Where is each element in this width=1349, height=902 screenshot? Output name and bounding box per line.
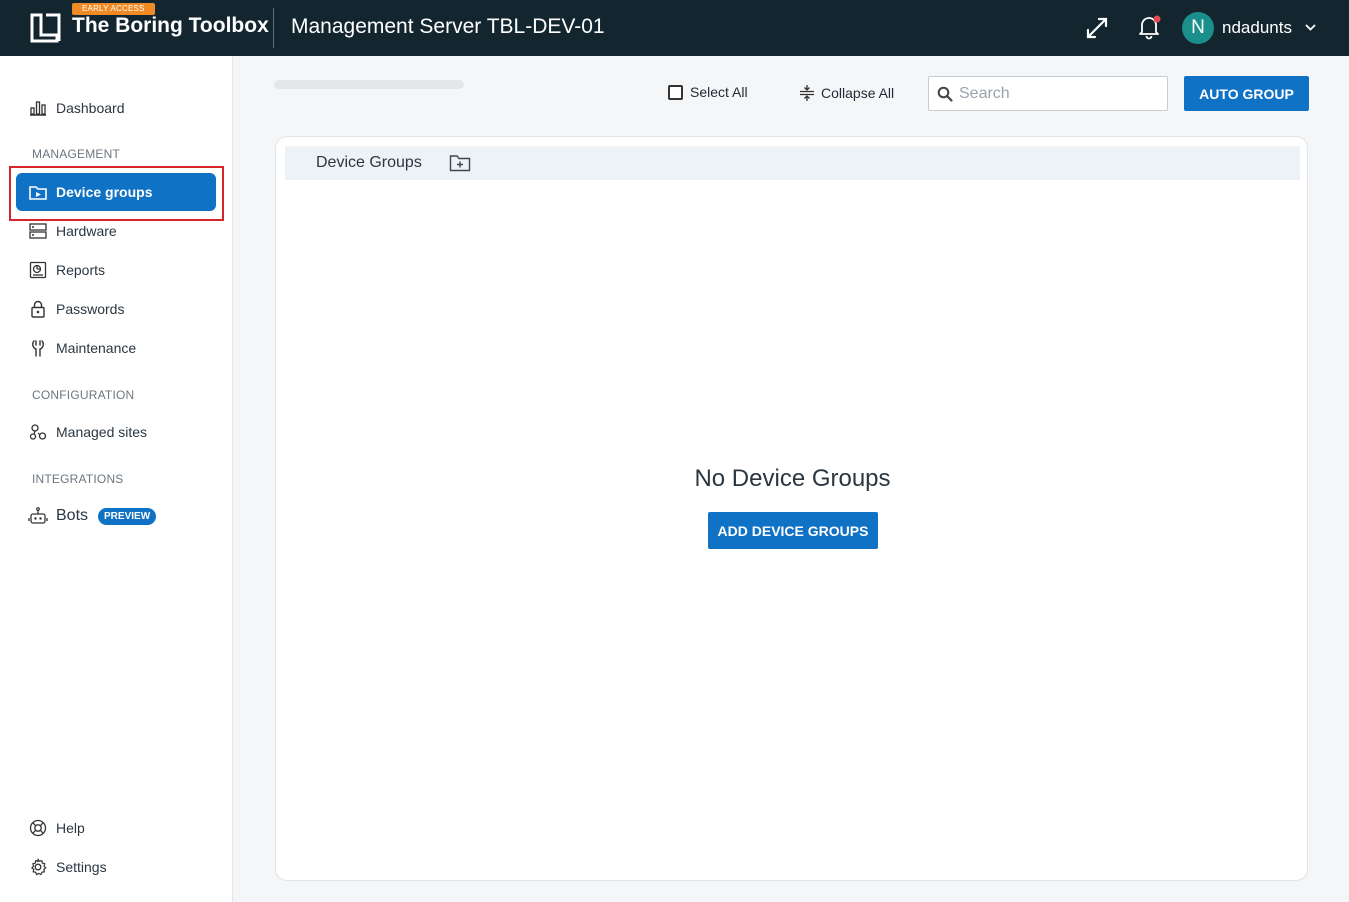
sidebar-item-label: Bots	[56, 507, 89, 524]
select-all-label: Select All	[690, 84, 748, 100]
sidebar-item-device-groups[interactable]: Device groups	[16, 173, 216, 211]
sidebar-item-label: Passwords	[56, 301, 125, 317]
preview-badge: PREVIEW	[98, 507, 157, 525]
top-bar: EARLY ACCESS The Boring Toolbox Manageme…	[0, 0, 1349, 56]
auto-group-button[interactable]: AUTO GROUP	[1184, 76, 1309, 111]
sidebar-item-label: Help	[56, 820, 85, 836]
sidebar: Dashboard MANAGEMENT Device groups Hardw…	[0, 56, 233, 902]
device-groups-panel: Device Groups No Device Groups ADD DEVIC…	[275, 136, 1308, 881]
add-folder-icon[interactable]	[449, 154, 471, 172]
notification-bell-icon[interactable]	[1136, 14, 1162, 40]
empty-state-title: No Device Groups	[694, 465, 891, 492]
section-label-integrations: INTEGRATIONS	[32, 472, 124, 486]
robot-icon	[28, 506, 48, 526]
wrench-icon	[28, 338, 48, 358]
panel-header: Device Groups	[285, 146, 1300, 180]
loading-placeholder-bar	[274, 80, 464, 89]
header-divider	[273, 8, 274, 48]
folder-play-icon	[28, 182, 48, 202]
username[interactable]: ndadunts	[1222, 18, 1292, 38]
panel-header-title: Device Groups	[316, 154, 422, 171]
sites-network-icon	[28, 422, 48, 442]
sidebar-item-label: Hardware	[56, 223, 117, 239]
server-title: Management Server TBL-DEV-01	[291, 15, 605, 38]
section-label-management: MANAGEMENT	[32, 147, 121, 161]
collapse-icon	[800, 85, 814, 101]
gear-icon	[28, 857, 48, 877]
select-all-checkbox[interactable]	[668, 84, 683, 100]
sidebar-item-managed-sites[interactable]: Managed sites	[16, 413, 216, 451]
sidebar-item-maintenance[interactable]: Maintenance	[16, 329, 216, 367]
chevron-down-icon[interactable]	[1304, 21, 1317, 34]
select-all-toggle[interactable]: Select All	[668, 84, 748, 100]
lifebuoy-icon	[28, 818, 48, 838]
report-icon	[28, 260, 48, 280]
sidebar-item-hardware[interactable]: Hardware	[16, 212, 216, 250]
search-input[interactable]	[959, 84, 1149, 103]
sidebar-item-help[interactable]: Help	[16, 809, 216, 847]
search-icon	[937, 86, 953, 102]
collapse-all-button[interactable]: Collapse All	[799, 84, 894, 102]
sidebar-item-settings[interactable]: Settings	[16, 848, 216, 886]
sidebar-item-label: Maintenance	[56, 340, 137, 356]
toolbox-logo-icon[interactable]	[30, 13, 61, 43]
server-icon	[28, 221, 48, 241]
app-title[interactable]: The Boring Toolbox	[72, 14, 269, 38]
sidebar-item-bots[interactable]: Bots PREVIEW	[16, 497, 216, 535]
lock-icon	[28, 299, 48, 319]
sidebar-item-dashboard[interactable]: Dashboard	[16, 89, 216, 127]
sidebar-item-label: Device groups	[56, 184, 153, 200]
sidebar-item-label: Reports	[56, 262, 106, 278]
section-label-configuration: CONFIGURATION	[32, 388, 135, 402]
sidebar-item-passwords[interactable]: Passwords	[16, 290, 216, 328]
search-box[interactable]	[928, 76, 1168, 111]
sidebar-item-reports[interactable]: Reports	[16, 251, 216, 289]
sidebar-item-label: Dashboard	[56, 100, 125, 116]
sidebar-item-label: Settings	[56, 859, 107, 875]
collapse-all-label: Collapse All	[821, 85, 895, 101]
sidebar-item-label: Managed sites	[56, 424, 148, 440]
bar-chart-icon	[28, 98, 48, 118]
expand-icon[interactable]	[1085, 16, 1109, 40]
add-device-groups-button[interactable]: ADD DEVICE GROUPS	[708, 512, 878, 549]
avatar[interactable]: N	[1182, 12, 1214, 44]
